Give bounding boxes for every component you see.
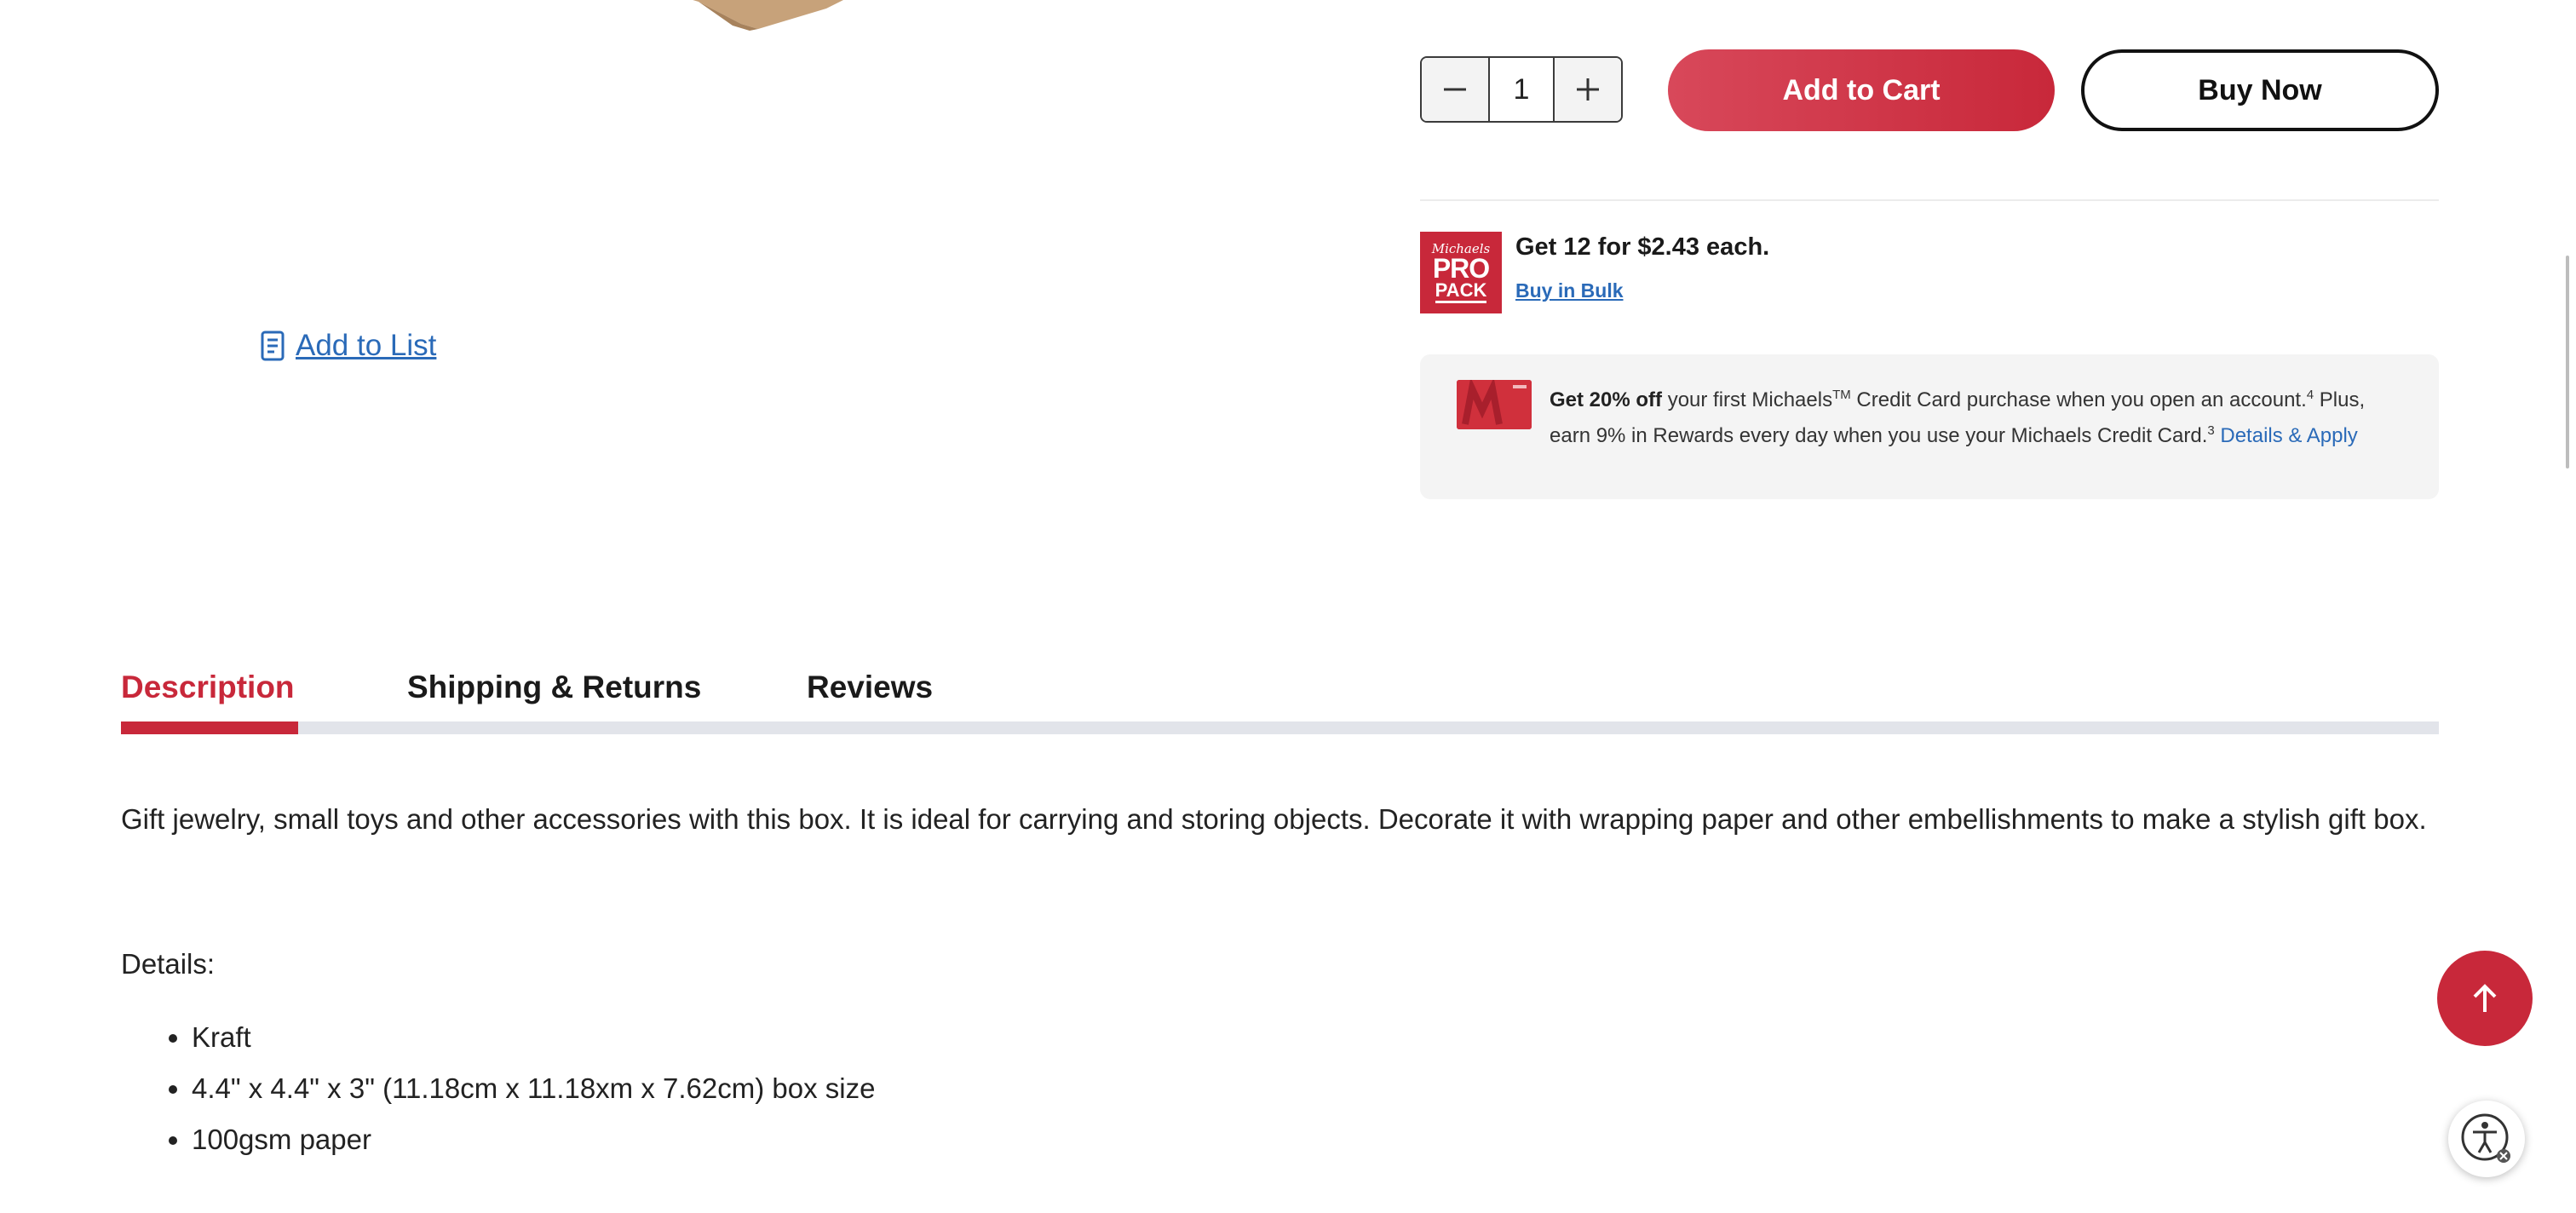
tab-description[interactable]: Description — [121, 670, 295, 705]
product-image — [693, 0, 843, 31]
bulk-offer-text: Get 12 for $2.43 each. — [1515, 233, 1770, 261]
add-to-cart-button[interactable]: Add to Cart — [1668, 49, 2055, 131]
quantity-stepper — [1420, 56, 1623, 123]
section-divider — [1420, 199, 2439, 201]
description-text: Gift jewelry, small toys and other acces… — [121, 803, 2427, 835]
accessibility-button[interactable] — [2448, 1101, 2525, 1177]
details-heading: Details: — [121, 948, 216, 980]
list-item: Kraft — [192, 1012, 875, 1063]
list-item: 4.4" x 4.4" x 3" (11.18cm x 11.18xm x 7.… — [192, 1063, 875, 1114]
list-item: 100gsm paper — [192, 1114, 875, 1165]
tab-reviews[interactable]: Reviews — [807, 670, 933, 705]
quantity-input[interactable] — [1490, 58, 1553, 121]
credit-card-promo-text: Get 20% off your first MichaelsTM Credit… — [1550, 388, 2366, 447]
tab-shipping-returns[interactable]: Shipping & Returns — [407, 670, 701, 705]
increase-quantity-button[interactable] — [1553, 58, 1621, 121]
plus-icon — [1577, 78, 1599, 101]
credit-card-image — [1457, 380, 1532, 429]
buy-now-button[interactable]: Buy Now — [2081, 49, 2439, 131]
arrow-up-icon — [2473, 984, 2497, 1012]
add-to-list-link[interactable]: Add to List — [260, 329, 436, 363]
decrease-quantity-button[interactable] — [1422, 58, 1490, 121]
back-to-top-button[interactable] — [2437, 951, 2533, 1046]
pro-pack-logo: Michaels PRO PACK — [1420, 232, 1502, 313]
details-list: Kraft 4.4" x 4.4" x 3" (11.18cm x 11.18x… — [121, 1012, 875, 1165]
list-document-icon — [261, 331, 285, 361]
active-tab-indicator — [121, 721, 298, 734]
minus-icon — [1444, 88, 1466, 91]
buy-in-bulk-link[interactable]: Buy in Bulk — [1515, 279, 1624, 302]
details-apply-link[interactable]: Details & Apply — [2220, 424, 2357, 447]
tab-track — [121, 721, 2439, 734]
scrollbar-thumb[interactable] — [2566, 256, 2569, 469]
accessibility-icon — [2461, 1113, 2510, 1163]
add-to-list-label: Add to List — [296, 329, 437, 362]
